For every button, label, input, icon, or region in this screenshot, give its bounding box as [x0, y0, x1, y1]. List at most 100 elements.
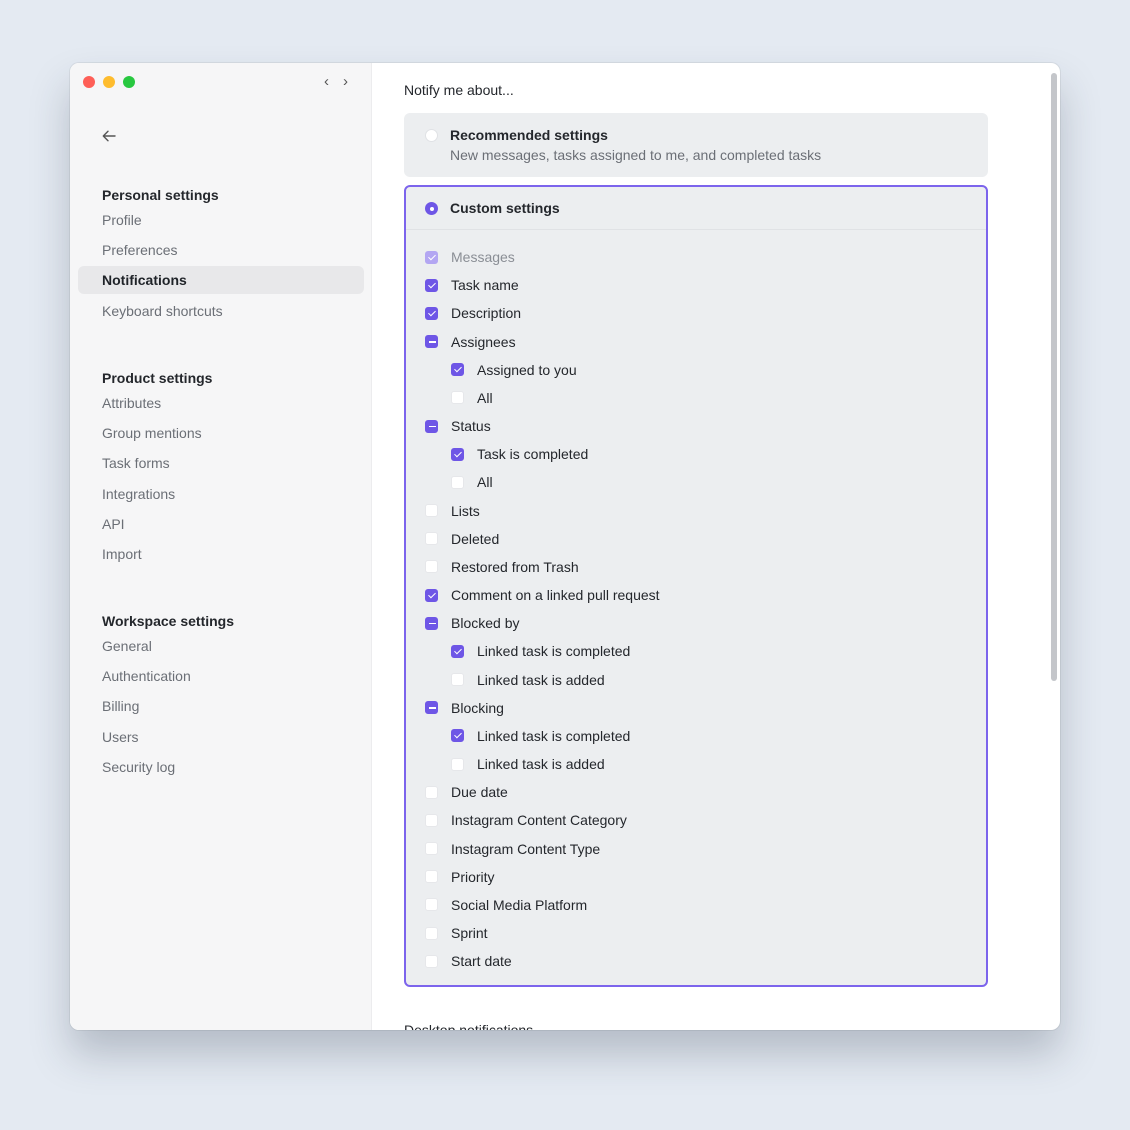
- option-checkbox[interactable]: [451, 447, 464, 461]
- option-row[interactable]: Due date: [425, 782, 508, 802]
- sidebar-item-api[interactable]: API: [78, 510, 364, 538]
- option-checkbox[interactable]: [425, 560, 438, 574]
- custom-settings-option[interactable]: Custom settings Messages Task name Descrip…: [404, 185, 988, 987]
- option-label: Instagram Content Type: [451, 840, 601, 857]
- arrow-left-icon[interactable]: [100, 127, 118, 145]
- recommended-radio[interactable]: [425, 129, 438, 142]
- option-label: All: [477, 389, 493, 406]
- sidebar-item-keyboard-shortcuts[interactable]: Keyboard shortcuts: [78, 297, 364, 325]
- option-checkbox[interactable]: [425, 870, 438, 884]
- option-checkbox[interactable]: [425, 616, 438, 630]
- option-row[interactable]: Social Media Platform: [425, 895, 587, 915]
- option-label: Restored from Trash: [451, 558, 579, 575]
- chevron-right-icon[interactable]: ›: [343, 73, 348, 90]
- option-checkbox[interactable]: [425, 813, 438, 827]
- option-row[interactable]: Blocking: [425, 698, 504, 718]
- option-row[interactable]: Task is completed: [451, 444, 588, 464]
- history-nav: ‹ ›: [324, 73, 348, 90]
- option-row[interactable]: Sprint: [425, 923, 488, 943]
- option-checkbox[interactable]: [451, 729, 464, 743]
- option-row[interactable]: Linked task is added: [451, 670, 605, 690]
- custom-radio[interactable]: [425, 202, 438, 215]
- option-row[interactable]: Start date: [425, 951, 512, 971]
- sidebar-item-general[interactable]: General: [78, 632, 364, 660]
- option-label: Blocking: [451, 699, 504, 716]
- option-row[interactable]: Assigned to you: [451, 360, 577, 380]
- option-label: Assigned to you: [477, 361, 577, 378]
- option-checkbox[interactable]: [451, 673, 464, 687]
- divider: [406, 229, 986, 230]
- option-label: Due date: [451, 784, 508, 801]
- option-label: Description: [451, 305, 522, 322]
- option-row[interactable]: Linked task is added: [451, 754, 605, 774]
- option-checkbox[interactable]: [425, 419, 438, 433]
- option-checkbox[interactable]: [451, 363, 464, 377]
- option-row[interactable]: Status: [425, 416, 491, 436]
- option-checkbox[interactable]: [451, 475, 464, 489]
- sidebar-item-users[interactable]: Users: [78, 723, 364, 751]
- option-checkbox[interactable]: [425, 954, 438, 968]
- option-checkbox[interactable]: [425, 306, 438, 320]
- option-label: Blocked by: [451, 615, 520, 632]
- option-checkbox[interactable]: [425, 701, 438, 715]
- option-checkbox[interactable]: [425, 898, 438, 912]
- custom-label: Custom settings: [450, 200, 560, 216]
- option-label: Task name: [451, 277, 519, 294]
- option-row[interactable]: Restored from Trash: [425, 557, 579, 577]
- option-checkbox[interactable]: [425, 785, 438, 799]
- section-title: Personal settings: [102, 187, 219, 203]
- sidebar-item-notifications[interactable]: Notifications: [78, 266, 364, 295]
- recommended-settings-option[interactable]: Recommended settings New messages, tasks…: [404, 113, 988, 177]
- option-checkbox[interactable]: [425, 335, 438, 348]
- option-row[interactable]: All: [451, 472, 493, 492]
- maximize-window-button[interactable]: [123, 76, 135, 88]
- scrollbar[interactable]: [1051, 73, 1057, 681]
- option-checkbox[interactable]: [425, 926, 438, 940]
- option-label: Comment on a linked pull request: [451, 587, 660, 604]
- close-window-button[interactable]: [83, 76, 95, 88]
- option-label: Social Media Platform: [451, 896, 588, 913]
- option-label: Task is completed: [477, 446, 589, 463]
- option-row[interactable]: Description: [425, 303, 521, 323]
- option-checkbox[interactable]: [451, 391, 464, 405]
- option-row[interactable]: Blocked by: [425, 613, 519, 633]
- option-row[interactable]: Comment on a linked pull request: [425, 585, 660, 605]
- option-checkbox[interactable]: [425, 588, 438, 602]
- sidebar-item-profile[interactable]: Profile: [78, 206, 364, 234]
- option-label: Priority: [451, 868, 495, 885]
- sidebar-item-preferences[interactable]: Preferences: [78, 236, 364, 264]
- sidebar-item-billing[interactable]: Billing: [78, 692, 364, 720]
- option-row[interactable]: Linked task is completed: [451, 641, 630, 661]
- sidebar-item-import[interactable]: Import: [78, 540, 364, 568]
- sidebar-item-authentication[interactable]: Authentication: [78, 662, 364, 690]
- option-row[interactable]: Task name: [425, 275, 519, 295]
- option-row[interactable]: Messages: [425, 247, 515, 267]
- sidebar-item-group-mentions[interactable]: Group mentions: [78, 419, 364, 447]
- option-row[interactable]: Deleted: [425, 529, 499, 549]
- option-checkbox[interactable]: [451, 644, 464, 658]
- option-label: Start date: [451, 953, 512, 970]
- sidebar-item-security-log[interactable]: Security log: [78, 753, 364, 781]
- option-row[interactable]: Priority: [425, 867, 495, 887]
- option-row[interactable]: Instagram Content Type: [425, 839, 600, 859]
- option-checkbox[interactable]: [451, 757, 464, 771]
- minimize-window-button[interactable]: [103, 76, 115, 88]
- option-row[interactable]: Instagram Content Category: [425, 810, 627, 830]
- option-label: Sprint: [451, 925, 488, 942]
- option-row[interactable]: Assignees: [425, 332, 516, 352]
- option-checkbox[interactable]: [425, 532, 438, 546]
- sidebar-item-integrations[interactable]: Integrations: [78, 480, 364, 508]
- option-row[interactable]: Lists: [425, 501, 480, 521]
- section-title: Workspace settings: [102, 613, 235, 629]
- sidebar-item-attributes[interactable]: Attributes: [78, 389, 364, 417]
- option-row[interactable]: All: [451, 388, 493, 408]
- option-checkbox[interactable]: [425, 504, 438, 518]
- notifications-panel: Notify me about... Recommended settings …: [372, 63, 1060, 1030]
- option-label: Status: [451, 418, 491, 435]
- option-row[interactable]: Linked task is completed: [451, 726, 630, 746]
- chevron-left-icon[interactable]: ‹: [324, 73, 329, 90]
- sidebar-item-task-forms[interactable]: Task forms: [78, 449, 364, 477]
- option-label: Deleted: [451, 530, 500, 547]
- option-checkbox[interactable]: [425, 278, 438, 292]
- option-checkbox[interactable]: [425, 842, 438, 856]
